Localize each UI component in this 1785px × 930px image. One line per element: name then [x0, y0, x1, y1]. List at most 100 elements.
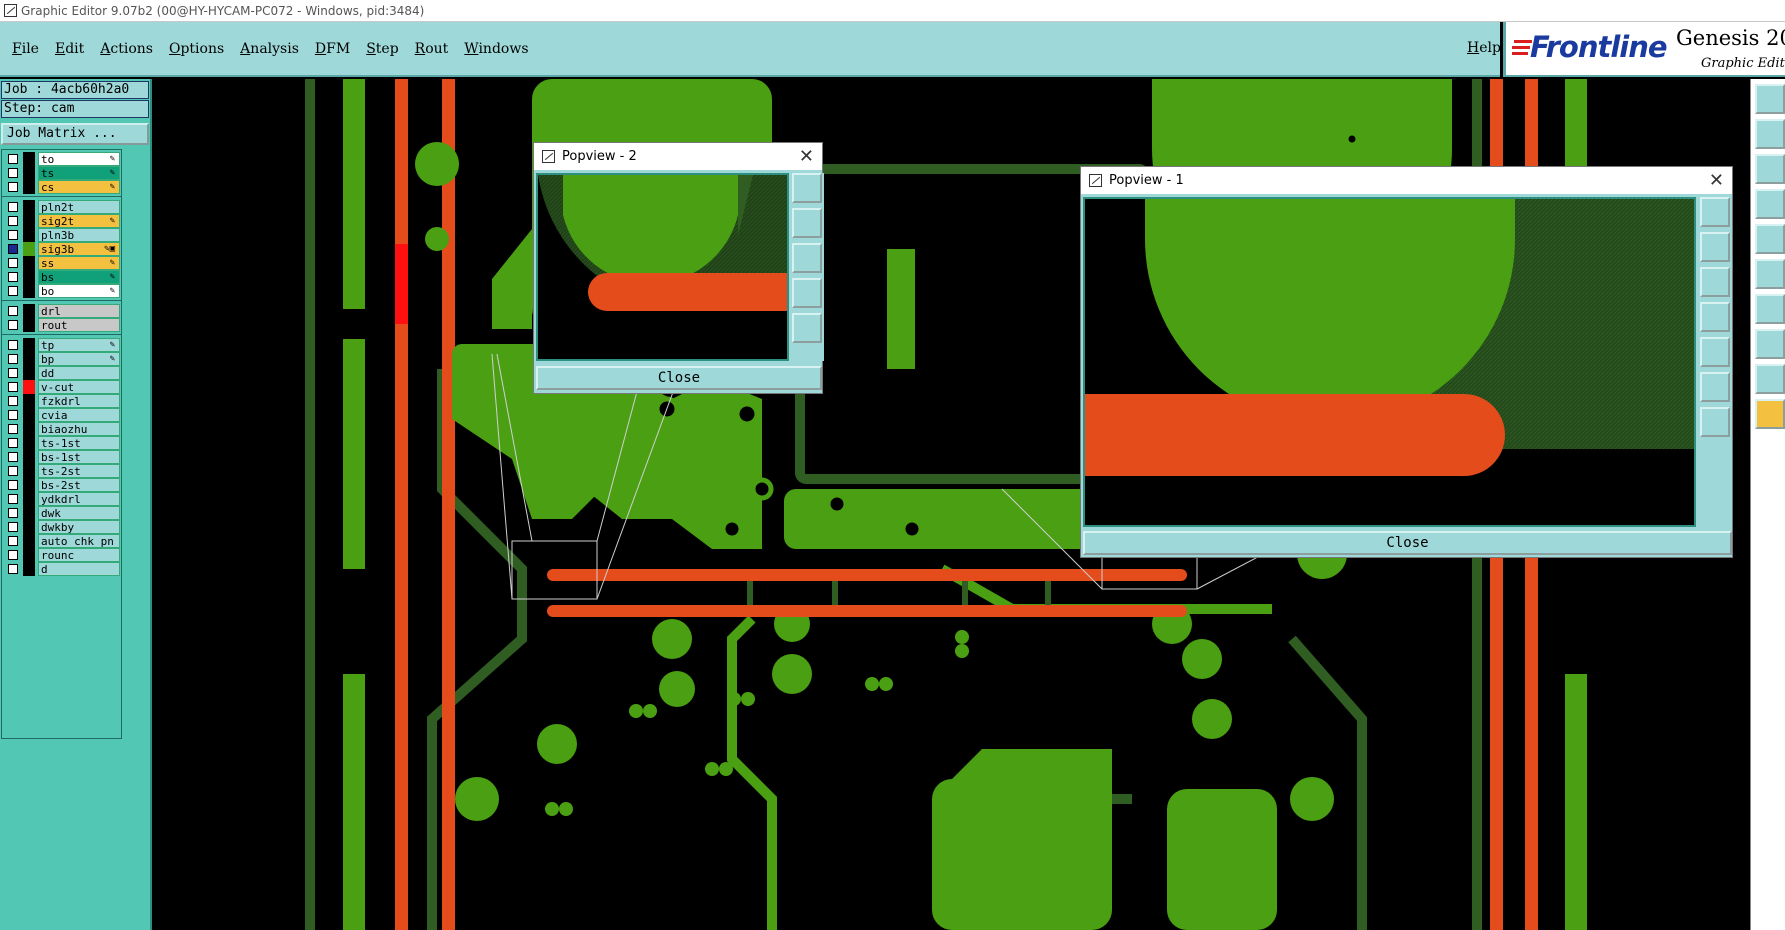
layer-color-swatch[interactable] — [23, 548, 35, 562]
pan-up-icon[interactable] — [1700, 372, 1730, 402]
layer-color-swatch[interactable] — [23, 242, 35, 256]
layer-color-swatch[interactable] — [23, 180, 35, 194]
layer-row[interactable]: pln2t — [2, 200, 122, 214]
popview-2-titlebar[interactable]: Popview - 2 ✕ — [534, 143, 822, 170]
layer-color-swatch[interactable] — [23, 492, 35, 506]
layer-name[interactable]: bp ✎ — [38, 352, 120, 366]
layer-checkbox[interactable] — [8, 182, 18, 192]
layer-color-swatch[interactable] — [23, 166, 35, 180]
layer-row[interactable]: v-cut — [2, 380, 122, 394]
layer-name[interactable]: tp ✎ — [38, 338, 120, 352]
layer-checkbox[interactable] — [8, 536, 18, 546]
layer-name[interactable]: drl — [38, 304, 120, 318]
layer-checkbox[interactable] — [8, 522, 18, 532]
layer-row[interactable]: ts-1st — [2, 436, 122, 450]
layer-checkbox[interactable] — [8, 168, 18, 178]
layer-checkbox[interactable] — [8, 216, 18, 226]
layer-name[interactable]: ts-2st — [38, 464, 120, 478]
layer-name[interactable]: rout — [38, 318, 120, 332]
layer-name[interactable]: dd — [38, 366, 120, 380]
layer-color-swatch[interactable] — [23, 366, 35, 380]
layer-name[interactable]: pln2t — [38, 200, 120, 214]
layer-row[interactable]: auto_chk_pn — [2, 534, 122, 548]
layer-name[interactable]: dwkby — [38, 520, 120, 534]
layer-color-swatch[interactable] — [23, 436, 35, 450]
layer-color-swatch[interactable] — [23, 318, 35, 332]
layer-color-swatch[interactable] — [23, 562, 35, 576]
layer-checkbox[interactable] — [8, 466, 18, 476]
layer-checkbox[interactable] — [8, 320, 18, 330]
layer-checkbox[interactable] — [8, 452, 18, 462]
layer-color-swatch[interactable] — [23, 408, 35, 422]
pan-down-icon[interactable] — [1700, 407, 1730, 437]
layer-color-swatch[interactable] — [23, 270, 35, 284]
layer-row[interactable]: ts-2st — [2, 464, 122, 478]
layer-color-swatch[interactable] — [23, 228, 35, 242]
menu-rout[interactable]: Rout — [415, 41, 449, 57]
layer-checkbox[interactable] — [8, 272, 18, 282]
menu-edit[interactable]: Edit — [55, 41, 84, 57]
layer-checkbox[interactable] — [8, 382, 18, 392]
layer-checkbox[interactable] — [8, 550, 18, 560]
layer-name[interactable]: bo ✎ — [38, 284, 120, 298]
layer-color-swatch[interactable] — [23, 200, 35, 214]
menu-analysis[interactable]: Analysis — [240, 41, 299, 57]
pan-left-icon[interactable] — [792, 278, 822, 308]
layer-row[interactable]: tp ✎ — [2, 338, 122, 352]
layer-checkbox[interactable] — [8, 564, 18, 574]
layer-checkbox[interactable] — [8, 306, 18, 316]
layer-checkbox[interactable] — [8, 354, 18, 364]
layer-name[interactable]: to ✎ — [38, 152, 120, 166]
layer-color-swatch[interactable] — [23, 450, 35, 464]
tool-measure-icon[interactable] — [1755, 224, 1785, 254]
zoom-out-icon[interactable] — [792, 243, 822, 273]
tool-select-arrow-icon[interactable] — [1755, 399, 1785, 429]
layer-color-swatch[interactable] — [23, 380, 35, 394]
layer-checkbox[interactable] — [8, 424, 18, 434]
tool-snap-icon[interactable] — [1755, 189, 1785, 219]
pan-left-icon[interactable] — [1700, 302, 1730, 332]
layer-checkbox[interactable] — [8, 258, 18, 268]
close-icon[interactable]: ✕ — [799, 143, 814, 170]
layer-checkbox[interactable] — [8, 480, 18, 490]
layer-name[interactable]: d — [38, 562, 120, 576]
layer-name[interactable]: bs ✎ — [38, 270, 120, 284]
zoom-fit-icon[interactable] — [792, 173, 822, 203]
layer-row[interactable]: cs ✎ — [2, 180, 122, 194]
layer-color-swatch[interactable] — [23, 214, 35, 228]
layer-color-swatch[interactable] — [23, 520, 35, 534]
layer-name[interactable]: cs ✎ — [38, 180, 120, 194]
layer-checkbox[interactable] — [8, 396, 18, 406]
layer-name[interactable]: v-cut — [38, 380, 120, 394]
layer-color-swatch[interactable] — [23, 152, 35, 166]
layer-row[interactable]: cvia — [2, 408, 122, 422]
layer-row[interactable]: rout — [2, 318, 122, 332]
layer-checkbox[interactable] — [8, 154, 18, 164]
popview-1-close-button[interactable]: Close — [1083, 531, 1732, 555]
layer-checkbox[interactable] — [8, 368, 18, 378]
zoom-fit-icon[interactable] — [1700, 197, 1730, 227]
zoom-in-icon[interactable] — [792, 208, 822, 238]
pan-right-icon[interactable] — [792, 313, 822, 343]
layer-name[interactable]: cvia — [38, 408, 120, 422]
layer-checkbox[interactable] — [8, 494, 18, 504]
layer-color-swatch[interactable] — [23, 464, 35, 478]
job-matrix-button[interactable]: Job Matrix ... — [1, 123, 149, 145]
pan-right-icon[interactable] — [1700, 337, 1730, 367]
tool-pad-icon[interactable] — [1755, 329, 1785, 359]
tool-fit-icon[interactable] — [1755, 154, 1785, 184]
tool-pan-left-icon[interactable] — [1755, 119, 1785, 149]
layer-checkbox[interactable] — [8, 340, 18, 350]
layer-name[interactable]: sig2t ✎ — [38, 214, 120, 228]
layer-color-swatch[interactable] — [23, 304, 35, 318]
popview-2-close-button[interactable]: Close — [536, 366, 822, 390]
popview-1-titlebar[interactable]: Popview - 1 ✕ — [1081, 167, 1732, 194]
close-icon[interactable]: ✕ — [1709, 167, 1724, 194]
tool-triangle-icon[interactable] — [1755, 364, 1785, 394]
layer-name[interactable]: fzkdrl — [38, 394, 120, 408]
popview-2-view[interactable] — [536, 173, 789, 361]
layer-row[interactable]: dwk — [2, 506, 122, 520]
layer-color-swatch[interactable] — [23, 338, 35, 352]
layer-color-swatch[interactable] — [23, 284, 35, 298]
layer-name[interactable]: dwk — [38, 506, 120, 520]
